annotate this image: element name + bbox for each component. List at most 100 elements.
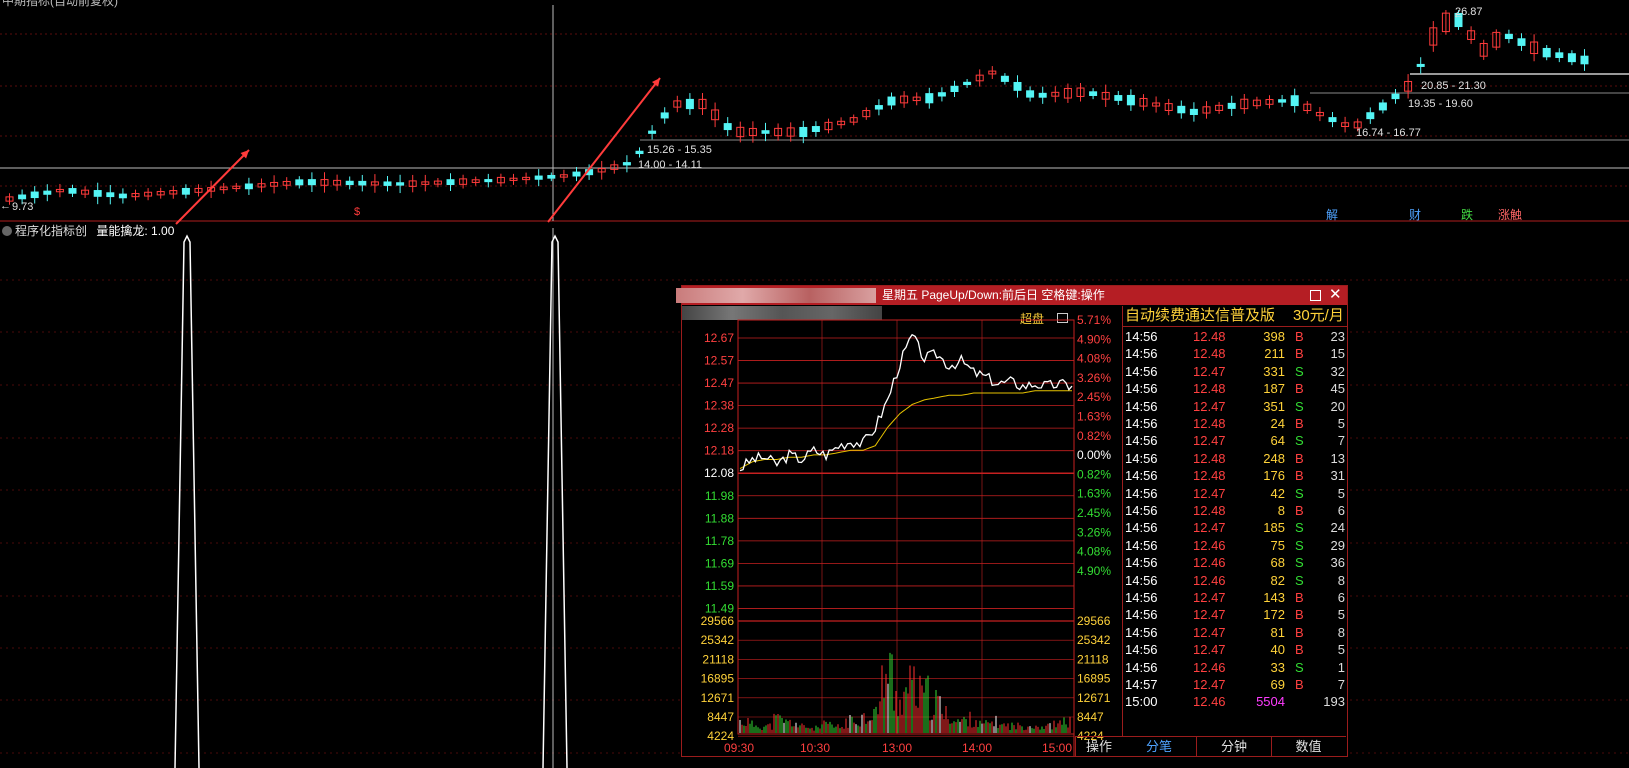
tick-row[interactable]: 14:56 12.48 398 B 23: [1123, 328, 1347, 346]
tick-side: S: [1295, 659, 1304, 675]
tick-count: 23: [1330, 329, 1345, 344]
tick-row[interactable]: 14:56 12.46 75 S 29: [1123, 537, 1347, 555]
tick-side: S: [1295, 520, 1304, 536]
tick-time: 14:56: [1125, 346, 1158, 362]
tick-row[interactable]: 14:56 12.47 351 S 20: [1123, 398, 1347, 416]
kline-candle: [1580, 55, 1589, 65]
kline-candle: [244, 183, 253, 190]
tick-row[interactable]: 15:00 12.46 5504 193: [1123, 693, 1347, 711]
tick-row[interactable]: 14:56 12.47 42 S 5: [1123, 485, 1347, 503]
tick-header-title[interactable]: 自动续费通达信普及版: [1125, 306, 1275, 326]
kline-candle: [295, 179, 304, 186]
trend-arrow: [547, 77, 661, 223]
tick-row[interactable]: 14:56 12.46 82 S 8: [1123, 572, 1347, 590]
kline-candle: [484, 179, 493, 183]
tick-volume: 172: [1263, 607, 1285, 623]
kline-candle: [118, 193, 127, 199]
tick-time: 14:56: [1125, 433, 1158, 449]
tick-row[interactable]: 14:56 12.47 81 B 8: [1123, 624, 1347, 642]
kline-candle: [43, 190, 52, 195]
volume-axis-label: 16895: [701, 672, 735, 686]
tick-count: 5: [1337, 607, 1345, 623]
tick-price: 12.46: [1193, 555, 1226, 571]
kline-title: 中期指标(自动前复权): [2, 0, 118, 8]
tick-row[interactable]: 14:56 12.47 172 B 5: [1123, 606, 1347, 624]
tick-volume: 176: [1263, 468, 1285, 484]
tick-count: 6: [1337, 503, 1345, 518]
news-tag-fall[interactable]: 跌: [1460, 206, 1474, 223]
tick-row[interactable]: 14:56 12.46 68 S 36: [1123, 554, 1347, 572]
tick-row[interactable]: 14:56 12.47 143 B 6: [1123, 589, 1347, 607]
kline-candle: [1126, 94, 1135, 106]
tick-volume: 351: [1263, 398, 1285, 414]
time-axis-label: 15:00: [1042, 741, 1072, 755]
dollar-mark: $: [354, 206, 361, 218]
avg-price-line: [739, 390, 1072, 470]
kline-candle: [93, 190, 102, 197]
kline-candle: [1000, 75, 1009, 82]
news-tag-unlock[interactable]: 解: [1325, 206, 1339, 223]
tick-row[interactable]: 14:56 12.47 185 S 24: [1123, 519, 1347, 537]
tick-row[interactable]: 14:56 12.48 211 B 15: [1123, 345, 1347, 363]
time-axis-label: 14:00: [962, 741, 992, 755]
tick-row[interactable]: 14:56 12.47 64 S 7: [1123, 432, 1347, 450]
kline-candle: [358, 180, 367, 186]
tab-trades[interactable]: 分笔: [1122, 737, 1197, 756]
tick-time: 14:56: [1125, 398, 1158, 414]
tick-side: B: [1295, 607, 1304, 623]
intraday-chart[interactable]: 12.67 12.57 12.47 12.38 12.28 12.18 12.08 11.98…: [682, 286, 1122, 756]
volume-axis-label-right: 29566: [1077, 614, 1111, 628]
kline-candle: [534, 175, 543, 180]
tick-count: 5: [1337, 642, 1345, 658]
tick-row[interactable]: 14:56 12.47 40 B 5: [1123, 641, 1347, 659]
tick-row[interactable]: 14:56 12.48 248 B 13: [1123, 450, 1347, 468]
tick-side: B: [1295, 329, 1304, 344]
tick-side: S: [1295, 555, 1304, 571]
tab-minutes[interactable]: 分钟: [1197, 737, 1272, 756]
tick-row[interactable]: 14:56 12.47 331 S 32: [1123, 363, 1347, 381]
kline-candle: [1328, 117, 1337, 123]
tick-row[interactable]: 14:56 12.48 8 B 6: [1123, 502, 1347, 520]
volume-axis-label-right: 16895: [1077, 672, 1111, 686]
tab-values[interactable]: 数值: [1272, 737, 1345, 756]
tick-count: 5: [1337, 416, 1345, 431]
close-icon[interactable]: ✕: [1329, 285, 1342, 304]
price-axis-label: 11.98: [705, 489, 734, 503]
tick-header-price[interactable]: 30元/月: [1293, 306, 1344, 326]
tick-side: B: [1295, 590, 1304, 605]
price-axis-label: 12.08: [704, 466, 734, 480]
kline-candle: [1542, 47, 1551, 58]
kline-candle: [1366, 112, 1375, 120]
tick-price: 12.48: [1193, 468, 1226, 484]
tick-row[interactable]: 14:56 12.48 24 B 5: [1123, 415, 1347, 433]
maximize-icon[interactable]: [1310, 290, 1321, 301]
tick-row[interactable]: 14:56 12.48 187 B 45: [1123, 380, 1347, 398]
pct-axis-label: 1.63%: [1077, 410, 1111, 424]
tick-volume: 75: [1270, 537, 1285, 553]
tick-volume: 5504: [1256, 694, 1285, 710]
tick-volume: 8: [1277, 503, 1285, 518]
intraday-popup[interactable]: 星期五 PageUp/Down:前后日 空格键:操作 ✕ 超盘 12.67 12.…: [676, 285, 1348, 757]
time-axis-label: 13:00: [882, 741, 912, 755]
volume-axis-label-right: 21118: [1077, 652, 1109, 666]
tick-count: 24: [1330, 520, 1345, 536]
kline-candle: [937, 92, 946, 97]
tick-count: 31: [1330, 468, 1345, 484]
kline-candle: [1038, 92, 1047, 98]
kline-chart[interactable]: ←←: [0, 0, 1629, 228]
news-tag-finance[interactable]: 财: [1408, 206, 1422, 223]
tick-row[interactable]: 14:57 12.47 69 B 7: [1123, 676, 1347, 694]
tick-row[interactable]: 14:56 12.46 33 S 1: [1123, 659, 1347, 677]
pct-axis-label: 2.45%: [1077, 390, 1111, 404]
kline-candle: [1227, 102, 1236, 109]
tick-price: 12.46: [1193, 572, 1226, 588]
volume-axis-label: 8447: [707, 710, 734, 724]
news-tag-limit-up[interactable]: 涨触: [1497, 206, 1523, 223]
tick-time: 14:57: [1125, 677, 1158, 692]
kline-candle: [307, 179, 316, 186]
operate-button[interactable]: 操作: [1075, 736, 1122, 756]
tick-row[interactable]: 14:56 12.48 176 B 31: [1123, 467, 1347, 485]
tick-count: 15: [1330, 346, 1345, 362]
kline-candle: [1567, 53, 1576, 63]
tick-volume: 398: [1263, 329, 1285, 344]
